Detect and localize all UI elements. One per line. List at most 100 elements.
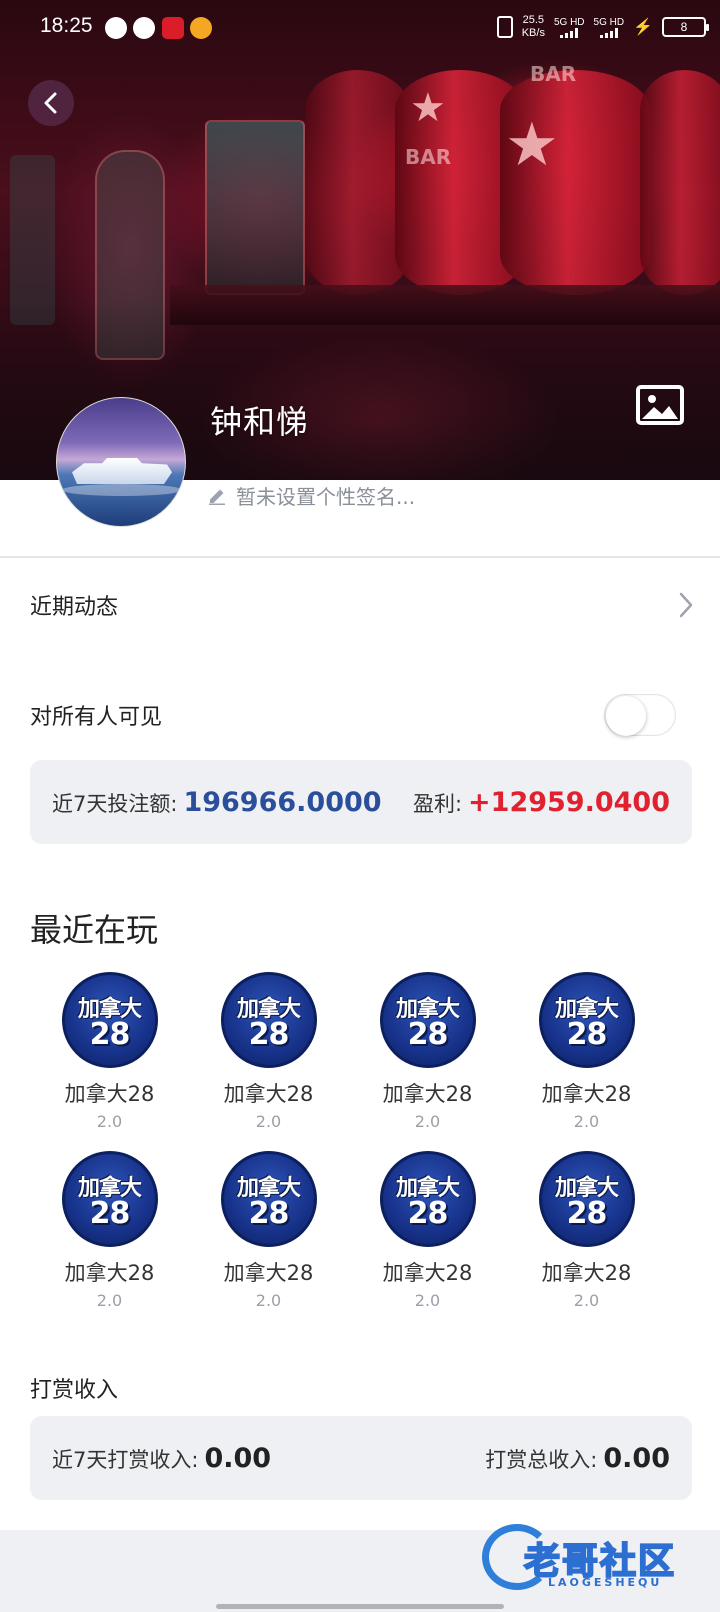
game-logo-icon: 加拿大 28 <box>220 1151 317 1247</box>
signature-edit[interactable]: 暂未设置个性签名... <box>208 481 415 510</box>
battery-icon: 8 <box>662 17 709 37</box>
game-logo-line2: 28 <box>407 1017 449 1052</box>
image-icon <box>636 385 684 425</box>
avatar-ship-image <box>72 458 172 484</box>
tips-total: 打赏总收入: 0.00 <box>485 1443 670 1474</box>
game-name: 加拿大28 <box>382 1082 473 1106</box>
watermark-subtext: LAOGESHEQU <box>548 1576 663 1589</box>
game-logo-line2: 28 <box>566 1196 608 1231</box>
profit-label: 盈利: <box>412 791 463 816</box>
game-version: 2.0 <box>573 1291 600 1310</box>
game-logo-line2: 28 <box>407 1196 449 1231</box>
reel-star-icon: ★ <box>505 110 559 180</box>
battery-level: 8 <box>680 20 688 34</box>
reel-bar-mark: BAR <box>530 62 577 86</box>
slot-reel <box>640 70 720 295</box>
game-name: 加拿大28 <box>223 1261 314 1285</box>
network-speed: 25.5 KB/s <box>522 14 545 40</box>
game-name: 加拿大28 <box>541 1261 632 1285</box>
divider <box>0 556 720 558</box>
message-notification-icon <box>105 17 127 39</box>
home-indicator[interactable] <box>216 1604 504 1609</box>
game-version: 2.0 <box>255 1291 282 1310</box>
bet-amount-value: 196966.0000 <box>183 786 382 818</box>
username: 钟和悌 <box>210 403 310 441</box>
recent-games-title: 最近在玩 <box>30 911 159 949</box>
game-version: 2.0 <box>414 1112 441 1131</box>
sim2-label: 5G HD <box>593 16 625 28</box>
bet-amount-label: 近7天投注额: <box>52 791 178 816</box>
visibility-label: 对所有人可见 <box>30 705 163 730</box>
game-logo-line2: 28 <box>89 1196 131 1231</box>
tips-recent: 近7天打赏收入: 0.00 <box>52 1443 271 1474</box>
game-item[interactable]: 加拿大 28 加拿大28 2.0 <box>348 972 507 1131</box>
chevron-left-icon <box>44 92 57 114</box>
tips-recent-label: 近7天打赏收入: <box>52 1447 199 1472</box>
game-name: 加拿大28 <box>64 1082 155 1106</box>
profit-value: +12959.0400 <box>468 786 670 818</box>
game-item[interactable]: 加拿大 28 加拿大28 2.0 <box>507 972 666 1131</box>
game-item[interactable]: 加拿大 28 加拿大28 2.0 <box>189 1151 348 1310</box>
network-speed-value: 25.5 <box>522 14 545 26</box>
game-name: 加拿大28 <box>223 1082 314 1106</box>
vibrate-icon <box>496 16 513 38</box>
bet-amount: 近7天投注额: 196966.0000 <box>52 787 382 818</box>
signature-text: 暂未设置个性签名... <box>236 485 416 509</box>
sim1-signal-icon: 5G HD <box>554 17 585 38</box>
recent-activity-label: 近期动态 <box>30 595 119 620</box>
change-cover-button[interactable] <box>636 385 684 425</box>
game-name: 加拿大28 <box>64 1261 155 1285</box>
visibility-toggle[interactable] <box>604 694 676 736</box>
game-logo-line2: 28 <box>248 1196 290 1231</box>
game-version: 2.0 <box>414 1291 441 1310</box>
recent-activity-row[interactable]: 近期动态 <box>30 585 694 625</box>
game-version: 2.0 <box>255 1112 282 1131</box>
game-logo-line2: 28 <box>566 1017 608 1052</box>
chat-notification-icon <box>133 17 155 39</box>
back-button[interactable] <box>28 80 74 126</box>
profit: 盈利: +12959.0400 <box>413 787 670 818</box>
watermark-logo: 老哥社区 LAOGESHEQU <box>478 1516 708 1598</box>
game-logo-line2: 28 <box>248 1017 290 1052</box>
game-item[interactable]: 加拿大 28 加拿大28 2.0 <box>30 1151 189 1310</box>
game-version: 2.0 <box>96 1291 123 1310</box>
tips-total-value: 0.00 <box>603 1442 670 1474</box>
reel-star-icon: ★ <box>410 85 446 131</box>
game-logo-icon: 加拿大 28 <box>379 1151 476 1247</box>
avatar-reflection <box>62 484 182 496</box>
weibo-notification-icon <box>190 17 212 39</box>
game-logo-icon: 加拿大 28 <box>538 1151 635 1247</box>
pencil-icon <box>209 489 225 505</box>
sim1-label: 5G HD <box>553 16 585 28</box>
sim2-signal-icon: 5G HD <box>593 16 625 38</box>
avatar[interactable] <box>56 397 186 527</box>
app-notification-icon <box>162 17 184 39</box>
game-logo-line2: 28 <box>89 1017 131 1052</box>
network-speed-unit: KB/s <box>521 27 545 39</box>
game-version: 2.0 <box>96 1112 123 1131</box>
recent-games-grid: 加拿大 28 加拿大28 2.0 加拿大 28 加拿大28 2.0 加拿大 28… <box>30 972 690 1310</box>
game-logo-icon: 加拿大 28 <box>220 972 317 1068</box>
game-item[interactable]: 加拿大 28 加拿大28 2.0 <box>507 1151 666 1310</box>
slot-machine-panel <box>205 120 305 295</box>
tips-card: 近7天打赏收入: 0.00 打赏总收入: 0.00 <box>30 1416 692 1500</box>
status-bar: 18:25 25.5 KB/s 5G HD 5G HD ⚡ 8 <box>0 0 720 56</box>
game-name: 加拿大28 <box>541 1082 632 1106</box>
game-logo-icon: 加拿大 28 <box>61 1151 158 1247</box>
toggle-knob <box>606 696 646 736</box>
game-item[interactable]: 加拿大 28 加拿大28 2.0 <box>189 972 348 1131</box>
visibility-row: 对所有人可见 <box>30 692 676 738</box>
reel-bar-mark: BAR <box>405 145 452 169</box>
game-version: 2.0 <box>573 1112 600 1131</box>
game-name: 加拿大28 <box>382 1261 473 1285</box>
tips-title: 打赏收入 <box>30 1378 119 1403</box>
bet-stats-card: 近7天投注额: 196966.0000 盈利: +12959.0400 <box>30 760 692 844</box>
status-time: 18:25 <box>40 14 93 37</box>
game-logo-icon: 加拿大 28 <box>538 972 635 1068</box>
game-item[interactable]: 加拿大 28 加拿大28 2.0 <box>348 1151 507 1310</box>
charging-icon: ⚡ <box>633 19 653 36</box>
game-logo-icon: 加拿大 28 <box>61 972 158 1068</box>
game-item[interactable]: 加拿大 28 加拿大28 2.0 <box>30 972 189 1131</box>
tips-total-label: 打赏总收入: <box>485 1447 598 1472</box>
chevron-right-icon <box>679 592 693 618</box>
